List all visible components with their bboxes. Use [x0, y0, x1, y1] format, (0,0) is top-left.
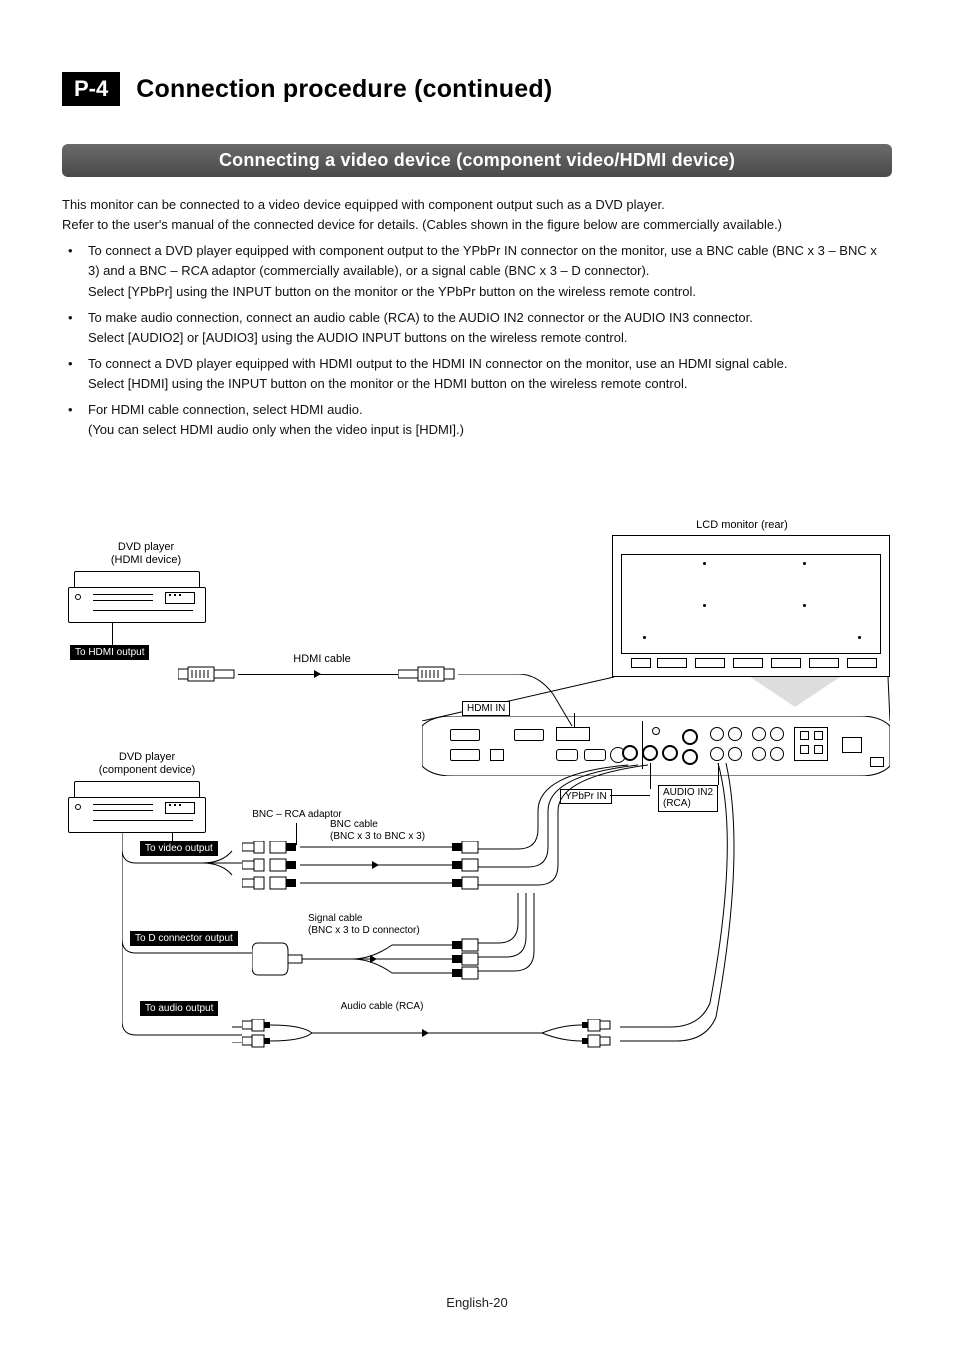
- ypbpr-port-icon: [622, 745, 638, 761]
- audio-port-icon: [710, 727, 724, 741]
- audio-cable-label: Audio cable (RCA): [312, 1001, 452, 1014]
- connection-diagram: LCD monitor (rear): [62, 541, 892, 1101]
- power-port-icon: [842, 737, 862, 753]
- switch-icon: [870, 757, 884, 767]
- port-icon: [490, 749, 504, 761]
- dvd-component-icon: [74, 781, 200, 797]
- port-icon: [584, 749, 606, 761]
- page-footer: English-20: [0, 1295, 954, 1310]
- page-number-label: English-20: [446, 1295, 507, 1310]
- bullet-line: Select [AUDIO2] or [AUDIO3] using the AU…: [88, 330, 627, 345]
- audio-port-icon: [770, 747, 784, 761]
- lcd-monitor-label: LCD monitor (rear): [662, 519, 822, 533]
- bullet-item: To connect a DVD player equipped with HD…: [62, 354, 892, 394]
- dvd-component-icon: [68, 797, 206, 833]
- body-text: This monitor can be connected to a video…: [62, 195, 892, 441]
- intro-line-1: This monitor can be connected to a video…: [62, 195, 892, 215]
- bullet-item: To make audio connection, connect an aud…: [62, 308, 892, 348]
- bullet-item: To connect a DVD player equipped with co…: [62, 241, 892, 301]
- signal-cable-icon: [252, 937, 502, 985]
- bullet-line: Select [HDMI] using the INPUT button on …: [88, 376, 687, 391]
- audio-port-icon: [752, 727, 766, 741]
- lcd-monitor-icon: [612, 535, 890, 677]
- vga-port-icon: [450, 749, 480, 761]
- bullet-line: For HDMI cable connection, select HDMI a…: [88, 402, 363, 417]
- page-header: P-4 Connection procedure (continued): [62, 72, 892, 106]
- bullet-list: To connect a DVD player equipped with co…: [62, 241, 892, 440]
- dvd-hdmi-icon: [74, 571, 200, 587]
- dvd-hdmi-label: DVD player (HDMI device): [76, 541, 216, 569]
- hdmi-plug-icon: [178, 665, 238, 683]
- port-icon: [682, 729, 698, 745]
- bullet-line: (You can select HDMI audio only when the…: [88, 422, 464, 437]
- intro-line-2: Refer to the user's manual of the connec…: [62, 215, 892, 235]
- audio-port-icon: [710, 747, 724, 761]
- dvd-hdmi-icon: [68, 587, 206, 623]
- audio-port-icon: [728, 727, 742, 741]
- dvd-component-label: DVD player (component device): [62, 751, 232, 779]
- audio-port-icon: [770, 727, 784, 741]
- ypbpr-port-icon: [662, 745, 678, 761]
- hdmi-plug-icon: [398, 665, 458, 683]
- page-title: Connection procedure (continued): [136, 75, 552, 104]
- audio-port-icon: [728, 747, 742, 761]
- audio-cable-icon: [242, 1019, 622, 1049]
- bullet-line: Select [YPbPr] using the INPUT button on…: [88, 284, 696, 299]
- port-icon: [556, 749, 578, 761]
- bullet-line: To make audio connection, connect an aud…: [88, 310, 753, 325]
- ypbpr-port-icon: [642, 745, 658, 761]
- cable-route-icon: [478, 893, 558, 975]
- bullet-line: To connect a DVD player equipped with HD…: [88, 356, 787, 371]
- bullet-item: For HDMI cable connection, select HDMI a…: [62, 400, 892, 440]
- cable-route-icon: [610, 763, 770, 1043]
- section-panel: Connecting a video device (component vid…: [62, 144, 892, 177]
- audio-port-icon: [752, 747, 766, 761]
- page-number-badge: P-4: [62, 72, 120, 106]
- bullet-line: To connect a DVD player equipped with co…: [88, 243, 877, 278]
- signal-cable-label: Signal cable (BNC x 3 to D connector): [308, 913, 478, 938]
- port-icon: [652, 727, 660, 735]
- cable-assembly-icon: [242, 841, 502, 893]
- section-title: Connecting a video device (component vid…: [62, 144, 892, 177]
- hdmi-cable-label: HDMI cable: [272, 653, 372, 667]
- to-hdmi-output-label: To HDMI output: [70, 645, 149, 660]
- cable-route-icon: [122, 833, 252, 1043]
- hdmi-in-label: HDMI IN: [462, 701, 510, 716]
